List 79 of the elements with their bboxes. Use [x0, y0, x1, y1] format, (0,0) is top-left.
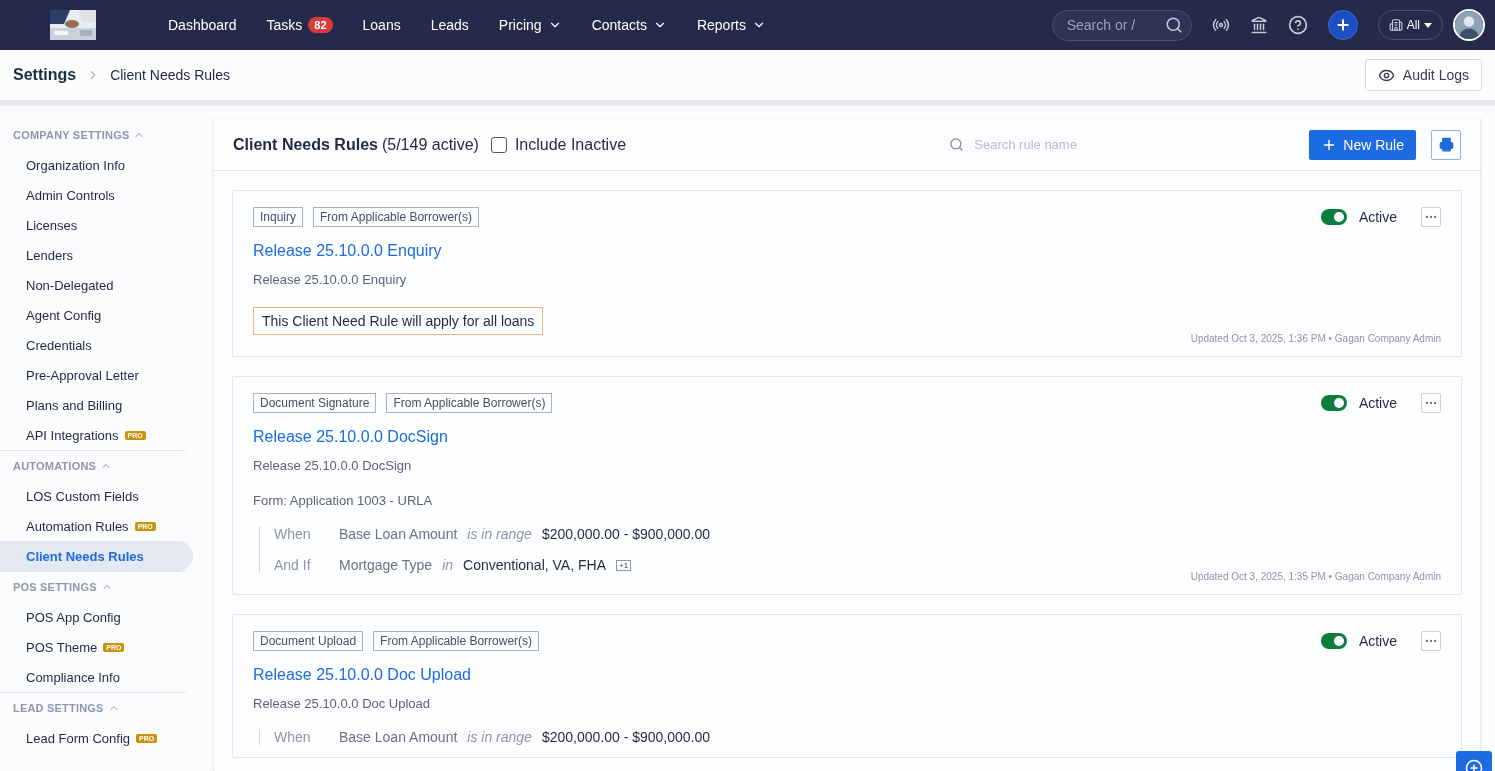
- sidebar-item[interactable]: Credentials: [0, 330, 193, 360]
- sidebar-item[interactable]: Pre-Approval Letter: [0, 360, 193, 390]
- rule-tag: Document Signature: [253, 393, 377, 413]
- building-icon: [1388, 18, 1403, 32]
- sidebar-item[interactable]: Lenders: [0, 240, 193, 270]
- condition-value: Conventional, VA, FHA: [463, 557, 606, 573]
- more-button[interactable]: [1421, 631, 1441, 651]
- new-rule-button[interactable]: New Rule: [1309, 129, 1416, 160]
- condition-operator: is in range: [467, 729, 532, 745]
- active-toggle[interactable]: [1320, 209, 1347, 225]
- more-button[interactable]: [1421, 393, 1441, 413]
- search-icon: [949, 137, 965, 152]
- printer-icon: [1438, 137, 1454, 152]
- nav-link[interactable]: Dashboard: [168, 17, 237, 33]
- print-button[interactable]: [1431, 129, 1461, 160]
- help-icon[interactable]: [1287, 15, 1308, 35]
- sidebar-item[interactable]: Licenses: [0, 210, 193, 240]
- search-field[interactable]: Search rule name: [972, 136, 1273, 153]
- sidebar-item[interactable]: Compliance Info: [0, 662, 193, 692]
- condition-operator: in: [442, 557, 454, 573]
- audit-logs-button[interactable]: Audit Logs: [1364, 59, 1482, 91]
- rule-title-link[interactable]: Release 25.10.0.0 DocSign: [253, 428, 1441, 446]
- sidebar-item[interactable]: Organization Info: [0, 150, 193, 180]
- condition-connector: When: [273, 729, 312, 745]
- sidebar-item[interactable]: Plans and Billing: [0, 390, 193, 420]
- add-button[interactable]: [1327, 10, 1358, 40]
- more-count-badge[interactable]: +1: [615, 559, 632, 571]
- rule-form: Form: Application 1003 - URLA: [253, 493, 434, 508]
- condition-connector: When: [273, 526, 312, 542]
- bank-icon[interactable]: [1249, 16, 1268, 34]
- nav-link[interactable]: Tasks 82: [266, 17, 333, 33]
- nav-link[interactable]: Contacts: [591, 17, 667, 33]
- active-toggle[interactable]: [1320, 395, 1347, 411]
- rule-tag: Inquiry: [253, 207, 304, 227]
- rule-description: Release 25.10.0.0 Doc Upload: [253, 696, 432, 711]
- nav-link[interactable]: Leads: [430, 17, 469, 33]
- nav-link[interactable]: Pricing: [498, 17, 562, 33]
- plus-icon: [1334, 17, 1351, 33]
- search-icon: [1164, 15, 1183, 34]
- active-count: (5/149 active): [381, 135, 479, 154]
- sidebar-item[interactable]: Client Needs Rules: [0, 541, 193, 571]
- updated-info: Updated Oct 3, 2025, 1:36 PM • Gagan Company Admin: [1190, 333, 1441, 344]
- page-title: Client Needs Rules: [233, 135, 378, 154]
- active-toggle[interactable]: [1320, 633, 1347, 649]
- breadcrumb-current: Client Needs Rules: [110, 67, 230, 83]
- nav-link[interactable]: Loans: [362, 17, 401, 33]
- rule-title-link[interactable]: Release 25.10.0.0 Doc Upload: [253, 666, 1441, 684]
- breadcrumb-root[interactable]: Settings: [13, 66, 77, 84]
- status-label: Active: [1358, 633, 1397, 649]
- broadcast-icon[interactable]: [1211, 16, 1230, 34]
- nav-link[interactable]: Reports: [696, 17, 766, 33]
- avatar-icon[interactable]: [1453, 9, 1485, 41]
- sidebar-item[interactable]: Admin Controls: [0, 180, 193, 210]
- status-label: Active: [1358, 395, 1397, 411]
- condition-field: Base Loan Amount: [339, 526, 458, 542]
- rule-tag: Document Upload: [253, 631, 364, 651]
- search-field[interactable]: Search or /: [1051, 9, 1192, 41]
- status-label: Active: [1358, 209, 1397, 225]
- condition-field: Mortgage Type: [339, 557, 433, 573]
- rule-tag: From Applicable Borrower(s): [373, 631, 540, 651]
- sidebar-item[interactable]: POS App Config: [0, 602, 193, 632]
- sidebar-item[interactable]: Non-Delegated: [0, 270, 193, 300]
- rule-description: Release 25.10.0.0 Enquiry: [253, 272, 408, 287]
- rule-note: This Client Need Rule will apply for all loans: [253, 307, 544, 335]
- condition-value: $200,000.00 - $900,000.00: [541, 526, 711, 542]
- rule-title-link[interactable]: Release 25.10.0.0 Enquiry: [253, 242, 1441, 260]
- condition-value: $200,000.00 - $900,000.00: [541, 729, 711, 745]
- rule-tag: From Applicable Borrower(s): [313, 207, 480, 227]
- condition-field: Base Loan Amount: [339, 729, 458, 745]
- caret-icon: [1424, 22, 1432, 28]
- updated-info: Updated Oct 3, 2025, 1:35 PM • Gagan Company Admin: [1190, 571, 1441, 582]
- condition-operator: is in range: [467, 526, 532, 542]
- rule-description: Release 25.10.0.0 DocSign: [253, 458, 413, 473]
- condition-connector: And If: [273, 557, 312, 573]
- count-badge: 82: [308, 17, 333, 33]
- more-button[interactable]: [1421, 207, 1441, 227]
- sidebar-item[interactable]: LOS Custom Fields: [0, 481, 193, 511]
- rule-tag: From Applicable Borrower(s): [386, 393, 553, 413]
- sidebar-item[interactable]: Agent Config: [0, 300, 193, 330]
